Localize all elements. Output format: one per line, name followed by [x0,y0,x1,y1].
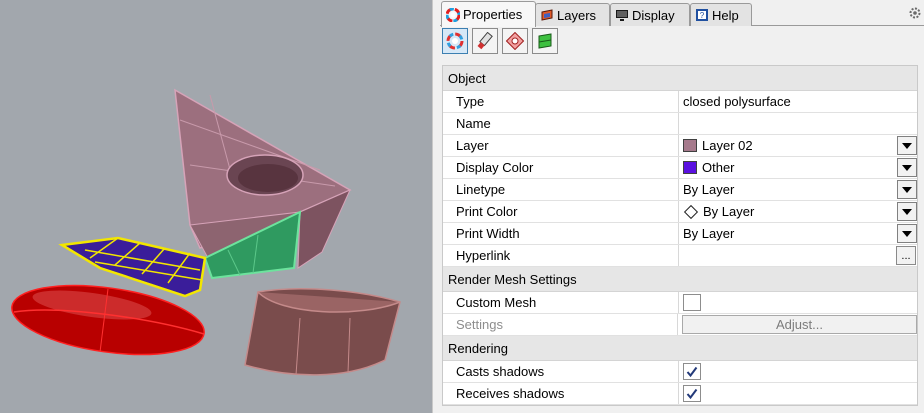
display-color-value: Other [702,160,735,175]
print-color-dropdown[interactable]: By Layer [679,201,917,222]
tab-display-label: Display [632,7,675,23]
name-field[interactable] [679,113,917,134]
property-row-receives-shadows[interactable]: Receives shadows [443,383,917,405]
display-color-dropdown[interactable]: Other [679,157,917,178]
custom-mesh-label: Custom Mesh [443,292,679,313]
material-button[interactable] [472,28,498,54]
settings-label: Settings [443,314,678,335]
print-width-dropdown[interactable]: By Layer [679,223,917,244]
custom-mesh-value [679,292,917,313]
receives-shadows-value [679,383,917,404]
properties-toolbar [442,28,562,58]
display-color-swatch [683,161,697,174]
hyperlink-field[interactable]: ... [679,245,917,266]
receives-shadows-checkbox[interactable] [683,385,701,402]
checkmark-icon [686,388,698,399]
layers-icon [541,9,553,21]
hyperlink-browse-button[interactable]: ... [896,246,916,265]
tab-help-label: Help [712,7,739,23]
property-row-hyperlink[interactable]: Hyperlink ... [443,245,917,267]
object-properties-button[interactable] [442,28,468,54]
property-row-name[interactable]: Name [443,113,917,135]
brown-cup[interactable] [244,288,401,376]
section-object-header[interactable]: Object [443,66,917,91]
decal-button[interactable] [502,28,528,54]
print-color-label: Print Color [443,201,679,222]
object-properties-icon [446,32,464,50]
svg-text:?: ? [700,11,705,20]
tab-layers-label: Layers [557,7,597,23]
viewport-scene[interactable] [0,0,432,413]
section-rendering-header[interactable]: Rendering [443,336,917,361]
chevron-down-icon[interactable] [897,158,917,177]
tab-properties[interactable]: Properties [441,1,536,27]
tab-help[interactable]: ? Help [690,3,752,26]
chevron-down-icon[interactable] [897,224,917,243]
display-color-label: Display Color [443,157,679,178]
casts-shadows-value [679,361,917,382]
chevron-down-icon[interactable] [897,180,917,199]
decal-icon [506,32,524,50]
property-row-type: Type closed polysurface [443,91,917,113]
property-row-custom-mesh[interactable]: Custom Mesh [443,292,917,314]
casts-shadows-label: Casts shadows [443,361,679,382]
tab-layers[interactable]: Layers [535,3,610,26]
layer-value: Layer 02 [702,138,753,153]
chevron-down-icon[interactable] [897,136,917,155]
texture-mapping-button[interactable] [532,28,558,54]
print-color-value: By Layer [703,204,755,219]
layer-dropdown[interactable]: Layer 02 [679,135,917,156]
layer-color-swatch [683,139,697,152]
help-icon: ? [696,9,708,21]
checkmark-icon [686,366,698,377]
material-icon [477,32,493,50]
panel-splitter[interactable] [432,0,440,413]
color-wheel-icon [446,7,460,22]
chevron-down-icon[interactable] [897,202,917,221]
property-row-casts-shadows[interactable]: Casts shadows [443,361,917,383]
property-row-print-width[interactable]: Print Width By Layer [443,223,917,245]
3d-viewport[interactable] [0,0,432,413]
gear-icon[interactable] [908,6,922,20]
type-value: closed polysurface [683,94,791,109]
property-row-layer[interactable]: Layer Layer 02 [443,135,917,157]
hyperlink-label: Hyperlink [443,245,679,266]
monitor-icon [616,10,628,21]
custom-mesh-checkbox[interactable] [683,294,701,311]
panel-tabstrip: Properties Layers Display ? Help [440,0,924,27]
layer-label: Layer [443,135,679,156]
property-grid: Object Type closed polysurface Name Laye… [442,65,918,406]
property-row-settings: Settings Adjust... [443,314,917,336]
print-width-value: By Layer [683,226,735,241]
linetype-value: By Layer [683,182,735,197]
section-render-mesh-header[interactable]: Render Mesh Settings [443,267,917,292]
settings-value: Adjust... [678,314,917,335]
adjust-button[interactable]: Adjust... [682,315,917,334]
property-row-display-color[interactable]: Display Color Other [443,157,917,179]
casts-shadows-checkbox[interactable] [683,363,701,380]
property-row-print-color[interactable]: Print Color By Layer [443,201,917,223]
print-width-label: Print Width [443,223,679,244]
property-row-linetype[interactable]: Linetype By Layer [443,179,917,201]
receives-shadows-label: Receives shadows [443,383,679,404]
texture-mapping-icon [538,33,552,49]
name-label: Name [443,113,679,134]
tab-display[interactable]: Display [610,3,690,26]
type-label: Type [443,91,679,112]
properties-panel: Properties Layers Display ? Help Object … [440,0,924,413]
tab-properties-label: Properties [463,7,523,22]
diamond-icon [683,204,699,219]
linetype-label: Linetype [443,179,679,200]
linetype-dropdown[interactable]: By Layer [679,179,917,200]
